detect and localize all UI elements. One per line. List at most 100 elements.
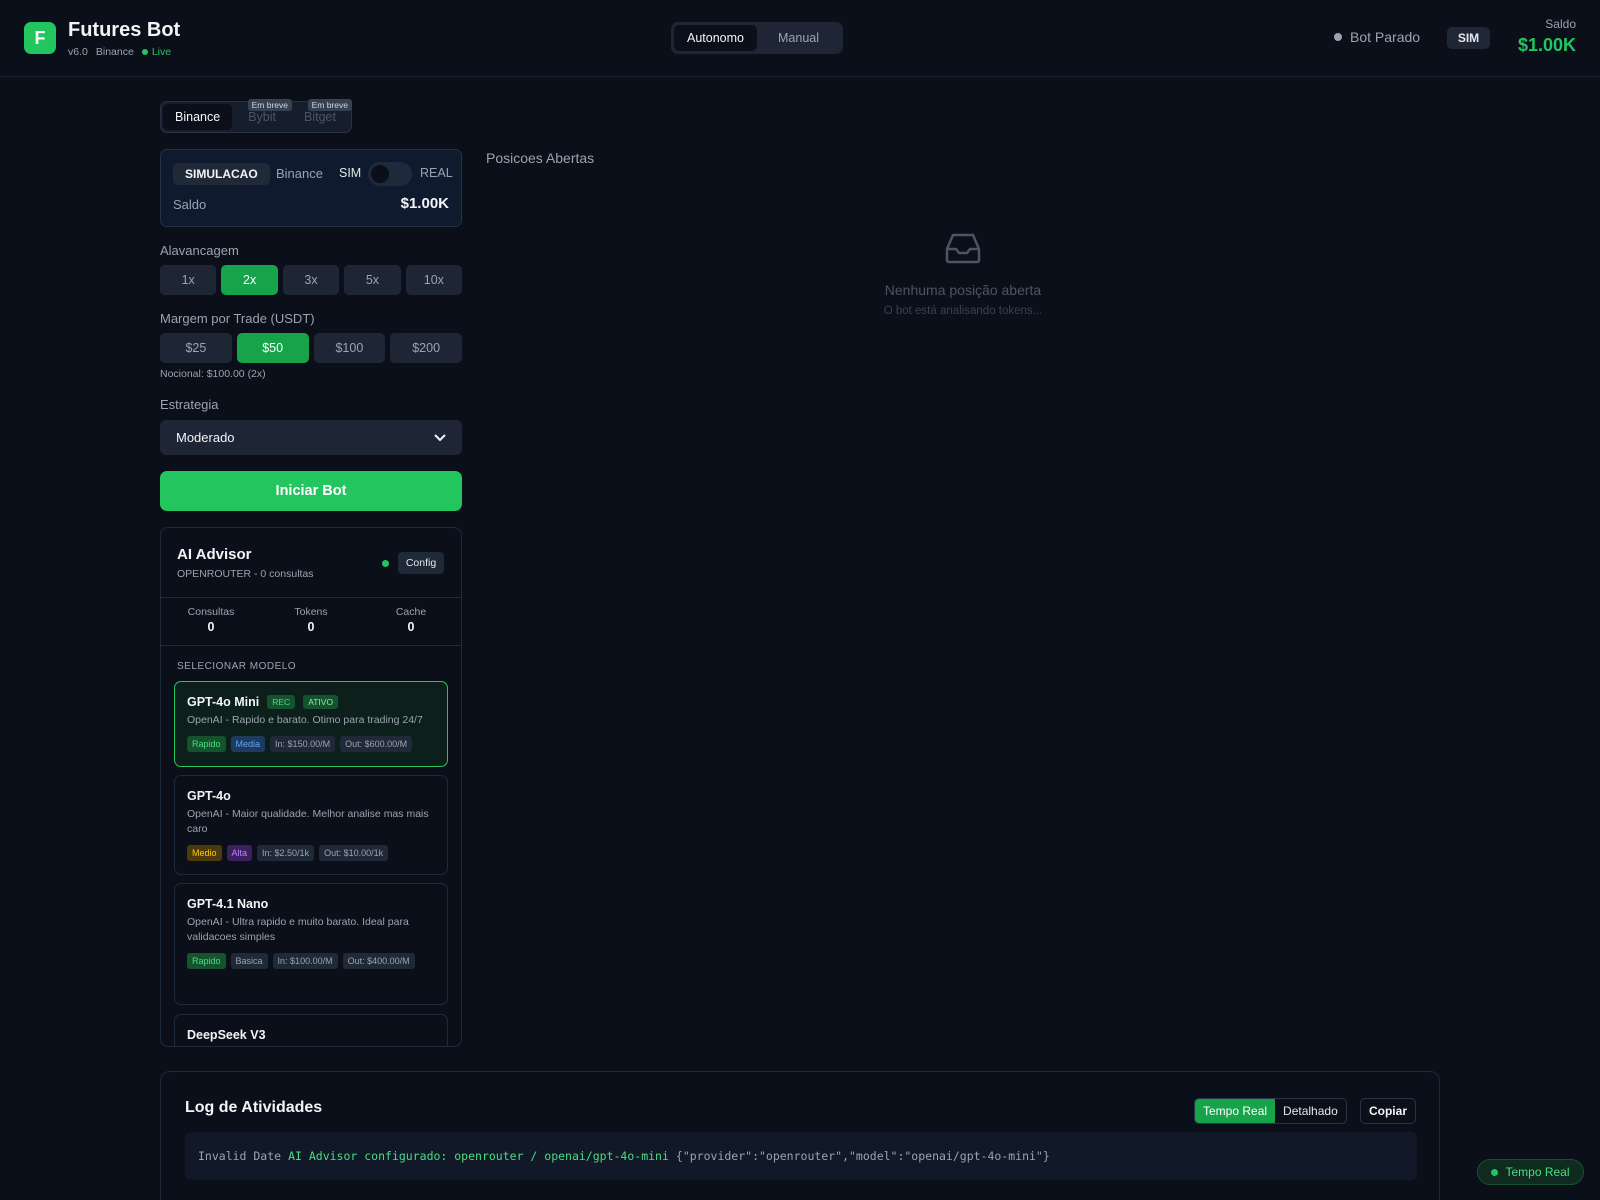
- advisor-status-dot-icon: [382, 560, 389, 567]
- top-header: F Futures Bot v6.0 Binance Live Autonomo…: [0, 0, 1600, 77]
- empty-positions-subtitle: O bot está analisando tokens...: [883, 305, 1043, 317]
- stat-tokens: Tokens 0: [294, 606, 328, 634]
- quality-tag: Media: [230, 736, 266, 752]
- price-out-tag: Out: $400.00/M: [342, 953, 415, 969]
- recommended-badge: REC: [267, 695, 296, 709]
- leverage-10x-button[interactable]: 10x: [405, 265, 463, 295]
- mode-autonomo-button[interactable]: Autonomo: [674, 25, 757, 51]
- advisor-title: AI Advisor: [177, 546, 252, 563]
- model-card-gpt-4-1-nano[interactable]: GPT-4.1 Nano OpenAI - Ultra rapido e mui…: [174, 883, 448, 1005]
- leverage-1x-button[interactable]: 1x: [160, 265, 217, 295]
- real-label: REAL: [420, 166, 453, 180]
- margin-25-button[interactable]: $25: [160, 333, 232, 363]
- stat-consultas: Consultas 0: [187, 606, 235, 634]
- speed-tag: Rapido: [187, 736, 226, 752]
- divider: [161, 645, 461, 646]
- account-saldo-label: Saldo: [173, 197, 207, 212]
- model-tags: Rapido Basica In: $100.00/M Out: $400.00…: [187, 953, 435, 969]
- app-exchange: Binance: [95, 46, 134, 58]
- status-dot-icon: [1334, 33, 1342, 41]
- realtime-dot-icon: [1491, 1168, 1499, 1176]
- account-exchange: Binance: [276, 166, 323, 181]
- advisor-subtitle: OPENROUTER - 0 consultas: [177, 568, 314, 580]
- positions-title: Posicoes Abertas: [486, 150, 595, 166]
- leverage-2x-button[interactable]: 2x: [221, 265, 278, 295]
- realtime-badge: Tempo Real: [1477, 1159, 1584, 1185]
- live-indicator: Live: [141, 46, 171, 58]
- tab-tempo-real[interactable]: Tempo Real: [1195, 1099, 1276, 1123]
- app-logo: F: [24, 22, 56, 54]
- select-model-label: SELECIONAR MODELO: [177, 661, 297, 672]
- model-description: OpenAI - Maior qualidade. Melhor analise…: [187, 808, 429, 835]
- app-title: Futures Bot: [68, 19, 181, 41]
- stat-cache: Cache 0: [395, 606, 427, 634]
- simulation-badge: SIMULACAO: [173, 163, 270, 185]
- leverage-options: 1x 2x 3x 5x 10x: [160, 265, 463, 295]
- model-description: OpenAI - Rapido e barato. Otimo para tra…: [187, 714, 423, 726]
- log-view-tabs: Tempo Real Detalhado: [1194, 1098, 1347, 1124]
- model-card-gpt-4o-mini[interactable]: GPT-4o Mini REC ATIVO OpenAI - Rapido e …: [174, 681, 448, 767]
- log-title: Log de Atividades: [185, 1099, 323, 1116]
- account-saldo-value: $1.00K: [400, 195, 449, 212]
- empty-positions-title: Nenhuma posição aberta: [884, 282, 1042, 298]
- margin-50-button[interactable]: $50: [236, 333, 309, 363]
- model-name: GPT-4o Mini: [187, 695, 260, 709]
- price-out-tag: Out: $10.00/1k: [319, 845, 389, 861]
- model-card-deepseek-v3[interactable]: DeepSeek V3: [174, 1014, 448, 1046]
- advisor-config-button[interactable]: Config: [398, 552, 444, 574]
- model-name: GPT-4.1 Nano: [187, 897, 269, 911]
- tab-detalhado[interactable]: Detalhado: [1275, 1099, 1346, 1123]
- model-card-gpt-4o[interactable]: GPT-4o OpenAI - Maior qualidade. Melhor …: [174, 775, 448, 875]
- sim-badge: SIM: [1447, 27, 1490, 49]
- model-name: GPT-4o: [187, 789, 231, 803]
- price-in-tag: In: $100.00/M: [272, 953, 338, 969]
- log-json: {"provider":"openrouter","model":"openai…: [675, 1149, 1050, 1163]
- leverage-3x-button[interactable]: 3x: [282, 265, 340, 295]
- quality-tag: Basica: [230, 953, 268, 969]
- log-date: Invalid Date: [198, 1149, 282, 1163]
- advisor-stats: Consultas 0 Tokens 0 Cache 0: [161, 606, 461, 634]
- activity-log-panel: Log de Atividades Tempo Real Detalhado C…: [160, 1071, 1440, 1200]
- bot-status: Bot Parado: [1334, 29, 1420, 45]
- price-in-tag: In: $150.00/M: [270, 736, 336, 752]
- ai-advisor-panel: AI Advisor OPENROUTER - 0 consultas Conf…: [160, 527, 462, 1047]
- model-name: DeepSeek V3: [187, 1028, 266, 1042]
- tab-bybit: Bybit Em breve: [236, 99, 292, 130]
- account-card: SIMULACAO Binance SIM REAL Saldo $1.00K: [160, 149, 462, 227]
- quality-tag: Alta: [226, 845, 253, 861]
- speed-tag: Medio: [187, 845, 222, 861]
- sim-label: SIM: [339, 166, 362, 180]
- model-tags: Medio Alta In: $2.50/1k Out: $10.00/1k: [187, 845, 435, 861]
- speed-tag: Rapido: [187, 953, 226, 969]
- strategy-label: Estrategia: [160, 397, 219, 412]
- chevron-down-icon: [434, 433, 446, 441]
- mode-toggle: Autonomo Manual: [671, 22, 843, 54]
- exchange-tabs: Binance Bybit Em breve Bitget Em breve: [160, 99, 352, 133]
- app-subtitle: v6.0 Binance Live: [68, 46, 171, 58]
- active-badge: ATIVO: [303, 695, 339, 709]
- model-description: OpenAI - Ultra rapido e muito barato. Id…: [187, 916, 409, 943]
- coming-soon-badge: Em breve: [247, 99, 292, 111]
- mode-manual-button[interactable]: Manual: [757, 25, 840, 51]
- tab-bitget: Bitget Em breve: [292, 99, 352, 130]
- margin-200-button[interactable]: $200: [390, 333, 462, 363]
- start-bot-button[interactable]: Iniciar Bot: [160, 471, 462, 511]
- tab-binance[interactable]: Binance: [163, 104, 233, 130]
- inbox-icon: [945, 233, 981, 264]
- margin-label: Margem por Trade (USDT): [160, 311, 315, 326]
- divider: [161, 597, 461, 598]
- header-saldo-value: $1.00K: [1517, 35, 1576, 55]
- log-message: AI Advisor configurado: openrouter / ope…: [288, 1149, 669, 1163]
- price-in-tag: In: $2.50/1k: [257, 845, 315, 861]
- header-saldo-label: Saldo: [1545, 17, 1576, 31]
- coming-soon-badge: Em breve: [307, 99, 352, 111]
- margin-100-button[interactable]: $100: [313, 333, 386, 363]
- nocional-text: Nocional: $100.00 (2x): [160, 368, 266, 380]
- copy-log-button[interactable]: Copiar: [1360, 1098, 1416, 1124]
- margin-options: $25 $50 $100 $200: [160, 333, 462, 363]
- strategy-select[interactable]: Moderado: [160, 420, 462, 455]
- price-out-tag: Out: $600.00/M: [340, 736, 413, 752]
- app-version: v6.0: [68, 46, 88, 58]
- leverage-5x-button[interactable]: 5x: [344, 265, 401, 295]
- sim-real-toggle[interactable]: [368, 162, 412, 186]
